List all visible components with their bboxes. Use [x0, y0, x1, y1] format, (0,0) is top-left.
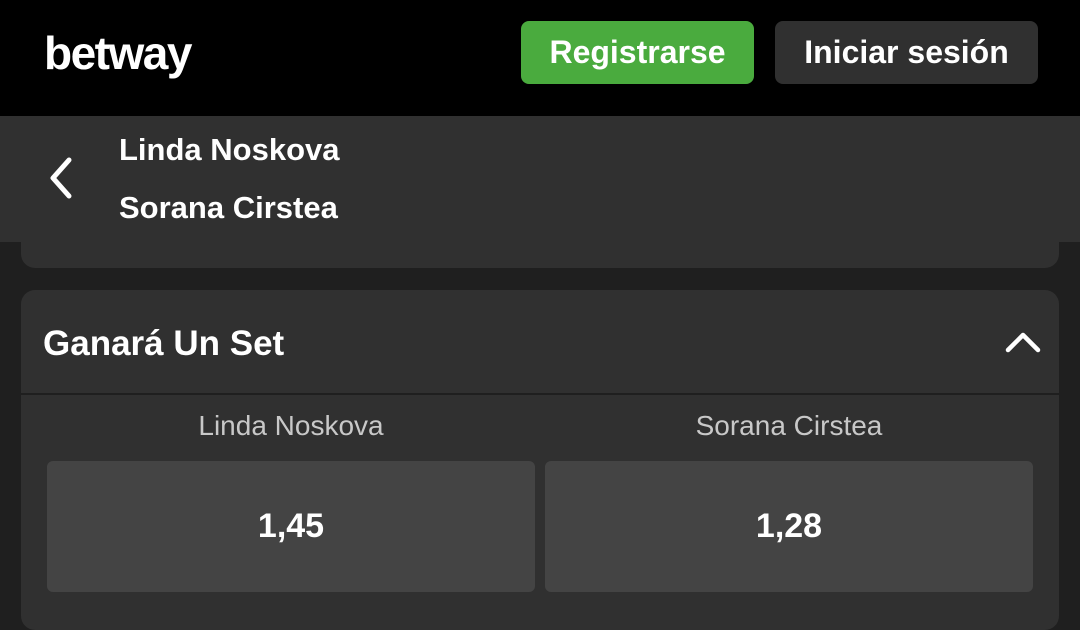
- chevron-up-icon[interactable]: [1005, 326, 1041, 356]
- top-bar: betway Registrarse Iniciar sesión: [0, 0, 1080, 116]
- chevron-left-icon: [50, 157, 72, 199]
- odds-button-away[interactable]: 1,28: [545, 461, 1033, 592]
- selection-name-away: Sorana Cirstea: [695, 410, 883, 441]
- odds-button-home[interactable]: 1,45: [47, 461, 535, 592]
- previous-market-card: [21, 220, 1059, 268]
- betway-logo[interactable]: betway: [44, 26, 192, 80]
- selection-name-home: Linda Noskova: [198, 410, 384, 441]
- register-button[interactable]: Registrarse: [521, 21, 754, 84]
- market-title: Ganará Un Set: [43, 324, 285, 363]
- back-button[interactable]: [38, 156, 82, 200]
- market-card: Ganará Un Set Linda Noskova Sorana Cirst…: [21, 290, 1059, 630]
- market-header[interactable]: Ganará Un Set: [21, 290, 1059, 395]
- login-button[interactable]: Iniciar sesión: [775, 21, 1038, 84]
- team-home-name: Linda Noskova: [119, 132, 340, 167]
